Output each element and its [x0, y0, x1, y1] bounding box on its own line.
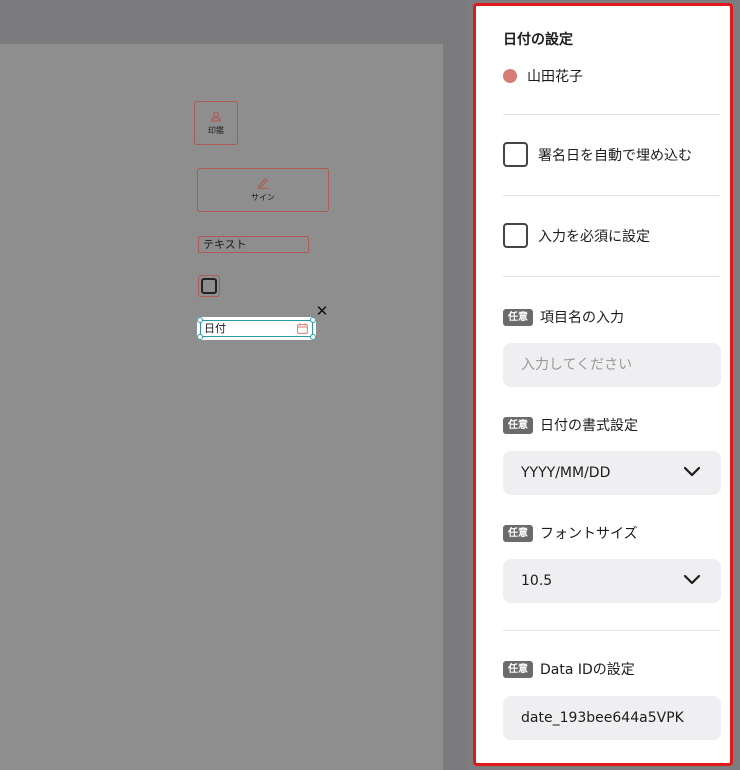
- font-size-label-row: 任意 フォントサイズ: [503, 523, 638, 543]
- resize-handle-bottom-left[interactable]: [197, 334, 203, 340]
- font-size-label: フォントサイズ: [540, 526, 638, 542]
- required-checkbox[interactable]: [503, 223, 528, 248]
- date-format-label-row: 任意 日付の書式設定: [503, 415, 638, 435]
- required-label: 入力を必須に設定: [538, 228, 650, 245]
- chevron-down-icon: [683, 574, 701, 585]
- calendar-icon: [297, 323, 308, 334]
- resize-handle-bottom-right[interactable]: [310, 334, 316, 340]
- pen-icon: [258, 178, 268, 189]
- panel-title: 日付の設定: [503, 32, 573, 48]
- item-name-input[interactable]: 入力してください: [503, 343, 721, 387]
- optional-badge: 任意: [503, 416, 533, 434]
- signature-field-label: サイン: [251, 193, 275, 202]
- date-format-label: 日付の書式設定: [540, 418, 638, 434]
- divider: [503, 630, 720, 631]
- document-canvas[interactable]: 印鑑 サイン テキスト 日付 ✕: [0, 0, 467, 770]
- date-settings-panel: 日付の設定 山田花子 署名日を自動で埋め込む 入力を必須に設定 任意 項目名の入…: [473, 3, 733, 766]
- checkbox-field-box: [201, 278, 217, 294]
- font-size-select[interactable]: 10.5: [503, 559, 721, 603]
- divider: [503, 276, 720, 277]
- assignee-color-dot: [503, 69, 517, 83]
- date-field[interactable]: 日付: [200, 320, 313, 337]
- close-icon[interactable]: ✕: [314, 304, 330, 320]
- seal-field[interactable]: 印鑑: [194, 101, 238, 145]
- text-field[interactable]: テキスト: [198, 236, 309, 253]
- data-id-input[interactable]: date_193bee644a5VPK: [503, 696, 721, 740]
- assignee: 山田花子: [503, 66, 583, 86]
- date-field-selected[interactable]: 日付: [197, 317, 316, 340]
- stamp-icon: [211, 111, 221, 122]
- divider: [503, 195, 720, 196]
- item-name-label-row: 任意 項目名の入力: [503, 307, 624, 327]
- chevron-down-icon: [683, 466, 701, 477]
- data-id-label: Data IDの設定: [540, 662, 635, 678]
- signature-field[interactable]: サイン: [197, 168, 329, 212]
- auto-embed-label: 署名日を自動で埋め込む: [538, 147, 692, 164]
- item-name-label: 項目名の入力: [540, 310, 624, 326]
- date-field-label: 日付: [204, 322, 226, 335]
- date-format-value: YYYY/MM/DD: [521, 465, 611, 481]
- date-format-select[interactable]: YYYY/MM/DD: [503, 451, 721, 495]
- required-option[interactable]: 入力を必須に設定: [503, 223, 650, 248]
- data-id-label-row: 任意 Data IDの設定: [503, 659, 635, 679]
- optional-badge: 任意: [503, 660, 533, 678]
- font-size-value: 10.5: [521, 573, 553, 589]
- checkbox-field[interactable]: [198, 275, 220, 297]
- optional-badge: 任意: [503, 524, 533, 542]
- auto-embed-option[interactable]: 署名日を自動で埋め込む: [503, 142, 692, 167]
- divider: [503, 114, 720, 115]
- assignee-name: 山田花子: [527, 69, 583, 85]
- seal-field-label: 印鑑: [208, 125, 224, 135]
- document-page[interactable]: [0, 44, 443, 770]
- optional-badge: 任意: [503, 308, 533, 326]
- resize-handle-top-left[interactable]: [197, 317, 203, 323]
- auto-embed-checkbox[interactable]: [503, 142, 528, 167]
